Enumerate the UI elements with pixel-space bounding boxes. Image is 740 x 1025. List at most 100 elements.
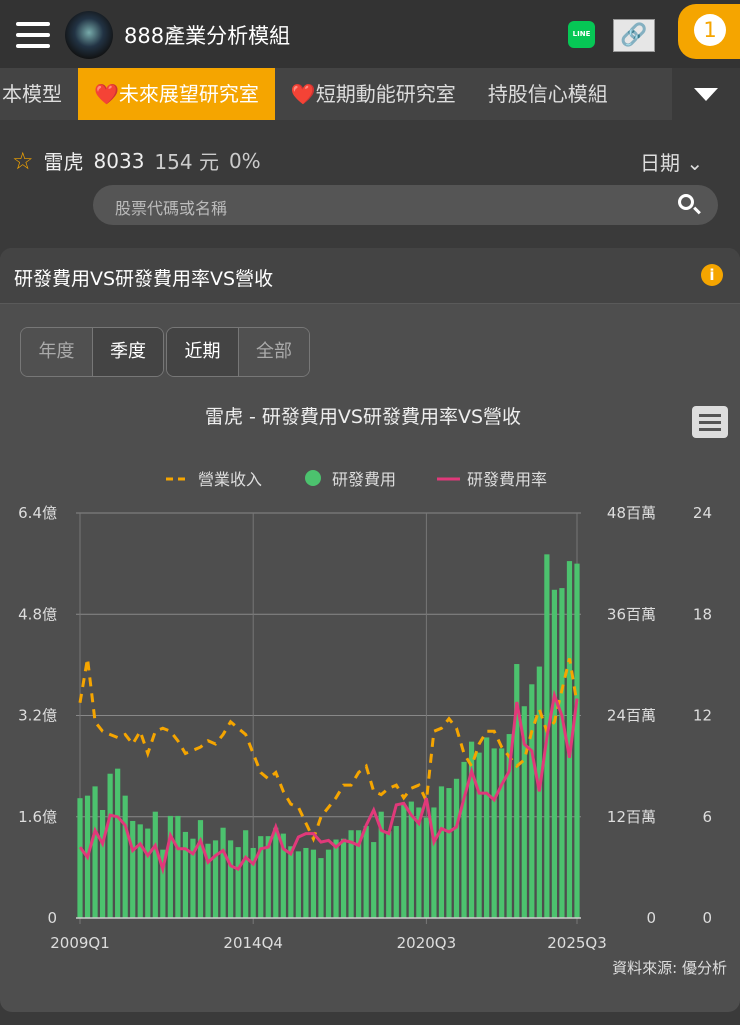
data-source: 資料來源: 優分析 [612,959,727,977]
right-axis-tick: 18 [693,605,712,623]
rd-expense-bar [551,589,558,918]
stock-name: 雷虎 [43,150,84,174]
rd-expense-bar [386,831,392,918]
rd-expense-bar [438,786,445,918]
mid-axis-tick: 48百萬 [607,504,656,522]
rd-expense-bar [288,846,294,918]
rd-expense-bar [197,820,204,918]
chevron-down-icon: ⌄ [686,151,704,175]
x-axis-tick: 2020Q3 [397,934,457,952]
rd-expense-bar [484,737,490,918]
rd-expense-bar [152,811,158,918]
tab-short-term-momentum[interactable]: ❤️短期動能研究室 [275,68,472,120]
notification-count: 1 [694,14,726,46]
x-axis-tick: 2025Q3 [547,934,607,952]
rd-expense-bar [476,752,482,918]
rd-expense-bar [107,773,113,918]
rd-expense-bar [574,563,580,918]
rd-expense-bar [333,839,339,918]
x-axis-tick: 2009Q1 [50,934,110,952]
rd-expense-bar [295,851,301,918]
rd-expense-bar [453,778,460,918]
rd-expense-bar [145,828,151,918]
rd-expense-bar [536,666,542,918]
rd-expense-bar [220,827,226,918]
line-share-icon[interactable]: LINE [568,21,595,48]
favorite-star-icon[interactable]: ☆ [12,147,34,175]
hamburger-menu-icon[interactable] [16,22,50,48]
left-axis-tick: 1.6億 [18,808,57,826]
tab-future-outlook[interactable]: ❤️未來展望研究室 [78,68,275,120]
rd-expense-bar [92,786,98,918]
rd-expense-bar [130,820,136,918]
rd-expense-bar [303,847,309,918]
rd-expense-bar [212,840,219,918]
notification-button[interactable]: 1 [678,4,740,59]
rd-expense-bar [318,858,324,918]
tab-holding-confidence[interactable]: 持股信心模組 [472,68,624,120]
rd-expense-bar [77,798,83,918]
date-label: 日期 [640,151,680,175]
rd-expense-bar [363,826,369,918]
rd-expense-bar [273,827,279,918]
rd-expense-bar [115,768,121,918]
rd-expense-bar [167,815,173,918]
rd-expense-bar [340,838,347,918]
rd-expense-bar [529,684,535,918]
x-axis-tick: 2014Q4 [223,934,283,952]
right-axis-tick: 6 [702,808,712,826]
rd-expense-bar [310,849,317,918]
legend-revenue[interactable]: 營業收入 [198,470,262,489]
rd-expense-bar [371,842,377,918]
stock-change: 0% [228,148,261,173]
rd-expense-bar [423,817,429,918]
mid-axis-tick: 24百萬 [607,707,656,725]
rd-expense-bar [182,831,189,918]
link-icon[interactable]: 🔗 [613,19,655,52]
left-axis-tick: 6.4億 [18,504,57,522]
mid-axis-tick: 0 [646,909,656,927]
rd-expense-bar [175,815,181,918]
rd-expense-bar [235,847,241,918]
stock-info: ☆ 雷虎 8033 154 元 0% [12,146,261,175]
chart-title: 雷虎 - 研發費用VS研發費用率VS營收 [205,406,521,428]
rd-expense-bar [393,826,399,918]
search-icon[interactable] [678,194,694,210]
tab-basic-model[interactable]: 本模型 [0,68,78,120]
app-logo[interactable] [65,11,113,59]
rd-expense-bar [461,761,467,918]
rd-expense-bar [499,748,505,918]
rd-expense-bar [122,795,128,918]
rd-expense-bar [325,849,332,918]
legend-rd-icon [305,470,321,486]
stock-price: 154 元 [154,150,219,174]
right-axis-tick: 24 [693,504,712,522]
chart: 雷虎 - 研發費用VS研發費用率VS營收 營業收入 研發費用 研發費用率 0 0 0… [18,406,727,977]
rd-expense-bar [99,810,106,918]
rd-expense-bar [228,840,234,918]
right-axis-tick: 0 [702,909,712,927]
app-title: 888產業分析模組 [124,24,291,48]
rd-expense-bar [401,804,407,918]
search-placeholder: 股票代碼或名稱 [115,199,228,218]
rd-expense-bar [559,588,565,918]
rd-expense-bar [446,788,452,918]
tabs-dropdown-icon[interactable] [694,88,718,101]
date-dropdown[interactable]: 日期 ⌄ [640,147,703,176]
rd-expense-bar [137,824,143,918]
top-header: 888產業分析模組 LINE 🔗 1 [0,0,740,68]
mid-axis-tick: 36百萬 [607,605,656,623]
rd-expense-bar [243,830,249,918]
legend: 營業收入 研發費用 研發費用率 [166,470,547,489]
left-axis-tick: 4.8億 [18,605,57,623]
left-axis-tick: 0 [47,909,57,927]
legend-rd-rate[interactable]: 研發費用率 [467,470,547,489]
mid-axis-tick: 12百萬 [607,808,656,826]
stock-search-input[interactable]: 股票代碼或名稱 [93,185,718,225]
left-axis-tick: 3.2億 [18,707,57,725]
module-tabs: 本模型 ❤️未來展望研究室 ❤️短期動能研究室 持股信心模組 [0,68,672,120]
rd-expense-bar [491,748,497,918]
right-axis-tick: 12 [693,707,712,725]
legend-rd-expense[interactable]: 研發費用 [332,470,396,489]
stock-code: 8033 [93,148,145,173]
